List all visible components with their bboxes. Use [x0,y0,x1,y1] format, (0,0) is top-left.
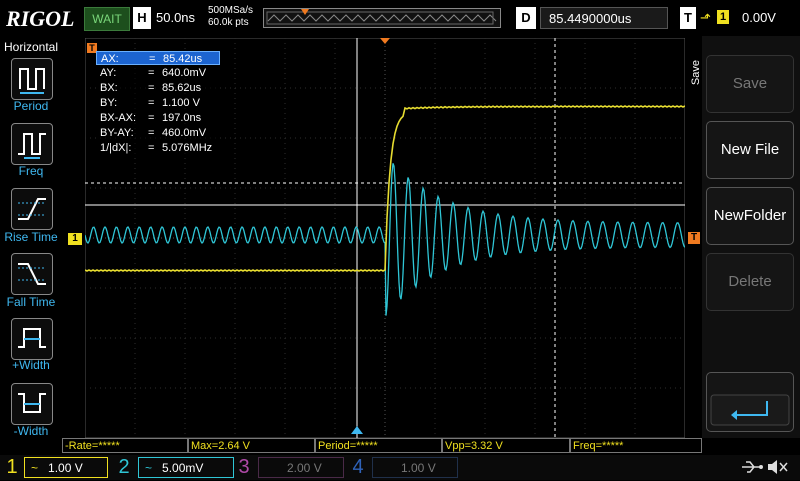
memory-waveform-overview [265,9,499,26]
cursor-row-by: BY: = 1.100 V [100,97,200,109]
run-status-badge: WAIT [84,7,130,31]
channel-1-offset-marker[interactable]: 1 [68,233,82,245]
sample-rate: 500MSa/s [208,5,254,16]
cursor-row-ax: AX: = 85.42us [96,51,220,65]
trigger-level[interactable]: 0.00V [742,7,776,29]
channel-2-number[interactable]: 2 [114,455,134,480]
new-file-button[interactable]: New File [706,121,794,179]
timebase-value[interactable]: 50.0ns [156,7,202,29]
cursor-row-bx-ax: BX-AX: = 197.0ns [100,112,202,124]
save-menu-tab: Save [690,60,702,86]
measurement-max[interactable]: Max=2.64 V [188,438,315,453]
cursor-readout-panel: AX: = 85.42us AY: = 640.0mV BX: = 85.62us BY: =… [96,51,220,155]
coupling-ac-icon: ~ [145,461,153,475]
channel-1-number[interactable]: 1 [2,455,22,480]
fall-time-label: Fall Time [6,295,56,309]
measurement-freq[interactable]: Freq=***** [570,438,702,453]
channel-3-number[interactable]: 3 [234,455,254,480]
positive-width-icon[interactable] [11,318,53,360]
sample-rate-info: 500MSa/s 60.0k pts [208,5,253,29]
rise-time-icon[interactable] [11,188,53,230]
rise-time-label: Rise Time [4,230,58,244]
return-button[interactable] [706,372,794,432]
trigger-label: T [680,7,696,29]
frequency-icon[interactable] [11,123,53,165]
negative-width-icon[interactable] [11,383,53,425]
freq-label: Freq [18,164,44,178]
rigol-logo: RIGOL [6,6,75,31]
usb-icon [740,458,764,481]
coupling-ac-icon: ~ [31,461,39,475]
memory-depth: 60.0k pts [208,17,249,28]
trigger-level-marker[interactable]: T [688,232,700,244]
trigger-edge-icon: ⬏ [700,10,711,25]
delete-button[interactable]: Delete [706,253,794,311]
horizontal-label: H [133,7,151,29]
positive-width-label: +Width [12,358,50,372]
channel-2-scale[interactable]: ~5.00mV [138,457,234,478]
channel-4-number[interactable]: 4 [348,455,368,480]
cursor-row-ay: AY: = 640.0mV [100,67,207,79]
channel-1-scale[interactable]: ~1.00 V [24,457,108,478]
trigger-source: 1 [717,10,729,24]
channel-3-scale[interactable]: 2.00 V [258,457,344,478]
memory-overview-bar [263,8,501,28]
cursor-row-bx: BX: = 85.62us [100,82,202,94]
period-icon[interactable] [11,58,53,100]
new-folder-button[interactable]: NewFolder [706,187,794,245]
cursor-row-by-ay: BY-AY: = 460.0mV [100,127,207,139]
speaker-mute-icon[interactable] [766,458,790,481]
horizontal-delay-value[interactable]: 85.4490000us [540,7,668,29]
negative-width-label: -Width [13,424,49,438]
save-button[interactable]: Save [706,55,794,113]
return-arrow-icon [710,394,790,426]
left-menu-title: Horizontal [4,40,59,54]
channel-4-scale[interactable]: 1.00 V [372,457,458,478]
period-label: Period [13,99,49,113]
measurement-rate[interactable]: -Rate=***** [62,438,188,453]
measurement-vpp[interactable]: Vpp=3.32 V [442,438,570,453]
measurement-period[interactable]: Period=***** [315,438,442,453]
delay-label: D [516,7,536,29]
fall-time-icon[interactable] [11,253,53,295]
cursor-row-inverse-dx: 1/|dX|: = 5.076MHz [100,142,213,154]
